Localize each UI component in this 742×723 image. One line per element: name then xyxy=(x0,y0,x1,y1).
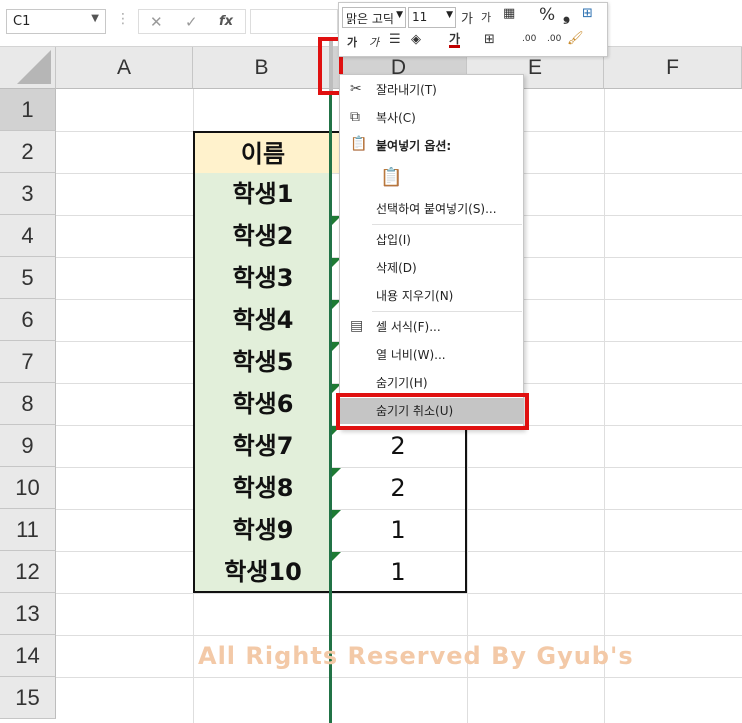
name-box[interactable]: C1 ▼ xyxy=(6,9,106,34)
grid-line xyxy=(56,635,742,636)
align-center-icon[interactable]: ☰ xyxy=(389,32,401,47)
number-format-icon[interactable]: ▦ xyxy=(503,6,515,21)
cell-student[interactable]: 학생1 xyxy=(193,173,331,215)
row-header-8[interactable]: 8 xyxy=(0,383,56,425)
format-painter-icon[interactable]: 🖌 xyxy=(567,31,584,46)
menu-separator xyxy=(372,311,522,312)
cell-student[interactable]: 학생6 xyxy=(193,383,331,425)
percent-style-icon[interactable]: % xyxy=(539,5,555,25)
row-header-10[interactable]: 10 xyxy=(0,467,56,509)
cell-student[interactable]: 학생10 xyxy=(193,551,331,593)
cell-student[interactable]: 학생5 xyxy=(193,341,331,383)
row-header-5[interactable]: 5 xyxy=(0,257,56,299)
cell-student[interactable]: 학생2 xyxy=(193,215,331,257)
wrap-merge-icon[interactable]: ⊞ xyxy=(582,6,593,21)
bold-icon[interactable]: 가 xyxy=(347,34,357,50)
row-header-9[interactable]: 9 xyxy=(0,425,56,467)
chevron-down-icon[interactable]: ▼ xyxy=(91,13,99,24)
name-box-value: C1 xyxy=(13,14,31,29)
clipboard-icon[interactable]: 📋 xyxy=(380,167,402,188)
shrink-font-icon[interactable]: 가 xyxy=(481,9,491,25)
error-indicator-icon[interactable] xyxy=(332,468,341,477)
chevron-down-icon: ▼ xyxy=(446,10,453,20)
menu-item-format-cells[interactable]: 셀 서식(F)... xyxy=(340,314,523,340)
cell-d[interactable]: 1 xyxy=(331,509,467,551)
menu-item-delete[interactable]: 삭제(D) xyxy=(340,255,523,281)
row-header-2[interactable]: 2 xyxy=(0,131,56,173)
formula-input[interactable] xyxy=(250,9,338,34)
formula-buttons: ✕ ✓ fx xyxy=(138,9,246,34)
watermark-text: All Rights Reserved By Gyub's xyxy=(198,642,634,670)
cell-d[interactable]: 2 xyxy=(331,425,467,467)
cell-b2-header[interactable]: 이름 xyxy=(193,131,331,173)
decrease-decimal-icon[interactable]: .00 xyxy=(547,34,561,44)
enter-icon[interactable]: ✓ xyxy=(185,13,198,31)
grid-line xyxy=(604,89,605,723)
font-size-value: 11 xyxy=(412,10,428,24)
chevron-down-icon: ▼ xyxy=(396,10,403,20)
row-header-7[interactable]: 7 xyxy=(0,341,56,383)
row-header-11[interactable]: 11 xyxy=(0,509,56,551)
increase-decimal-icon[interactable]: .00 xyxy=(522,34,536,44)
comma-style-icon[interactable]: ❟ xyxy=(563,4,570,25)
cell-d[interactable]: 1 xyxy=(331,551,467,593)
row-header-15[interactable]: 15 xyxy=(0,677,56,719)
row-header-3[interactable]: 3 xyxy=(0,173,56,215)
menu-item-copy[interactable]: 복사(C) xyxy=(340,105,523,131)
error-indicator-icon[interactable] xyxy=(332,510,341,519)
column-header-a[interactable]: A xyxy=(56,47,193,89)
menu-item-column-width[interactable]: 열 너비(W)... xyxy=(340,342,523,368)
cell-d[interactable]: 2 xyxy=(331,467,467,509)
grow-font-icon[interactable]: 가 xyxy=(461,8,473,27)
error-indicator-icon[interactable] xyxy=(332,552,341,561)
highlight-box-unhide xyxy=(336,393,529,430)
menu-item-clear-contents[interactable]: 내용 지우기(N) xyxy=(340,283,523,309)
row-header-14[interactable]: 14 xyxy=(0,635,56,677)
menu-item-insert[interactable]: 삽입(I) xyxy=(340,227,523,253)
column-header-b[interactable]: B xyxy=(193,47,331,89)
insert-function-icon[interactable]: fx xyxy=(219,14,233,29)
context-menu: ✂ 잘라내기(T) ⧉ 복사(C) 📋 붙여넣기 옵션: 📋 선택하여 붙여넣기… xyxy=(339,74,524,430)
menu-item-paste-options: 붙여넣기 옵션: xyxy=(376,139,452,153)
row-header-4[interactable]: 4 xyxy=(0,215,56,257)
fill-color-icon[interactable]: ◈ xyxy=(411,32,421,47)
grid-line xyxy=(56,593,742,594)
cell-student[interactable]: 학생3 xyxy=(193,257,331,299)
cell-student[interactable]: 학생8 xyxy=(193,467,331,509)
cancel-icon[interactable]: ✕ xyxy=(150,13,163,31)
column-header-f[interactable]: F xyxy=(604,47,742,89)
font-color-icon[interactable]: 가 xyxy=(449,33,461,48)
cell-student[interactable]: 학생9 xyxy=(193,509,331,551)
italic-icon[interactable]: 가 xyxy=(369,34,379,50)
cell-student[interactable]: 학생7 xyxy=(193,425,331,467)
row-header-12[interactable]: 12 xyxy=(0,551,56,593)
cell-student[interactable]: 학생4 xyxy=(193,299,331,341)
menu-item-paste-special[interactable]: 선택하여 붙여넣기(S)... xyxy=(340,196,523,222)
row-header-1[interactable]: 1 xyxy=(0,89,56,131)
select-all-triangle-icon xyxy=(17,50,51,84)
font-name-value: 맑은 고딕 xyxy=(346,12,394,26)
borders-icon[interactable]: ⊞ xyxy=(484,32,495,47)
font-size-select[interactable]: 11 ▼ xyxy=(408,7,456,28)
grid-line xyxy=(56,677,742,678)
select-all-button[interactable] xyxy=(0,47,56,89)
drag-handle-icon[interactable]: ⋮ xyxy=(116,11,130,27)
mini-toolbar: 맑은 고딕 ▼ 11 ▼ 가 가 ▦ % ❟ ⊞ 가 가 ☰ ◈ 가 ⊞ .00… xyxy=(338,2,608,57)
font-name-select[interactable]: 맑은 고딕 ▼ xyxy=(342,7,406,28)
menu-separator xyxy=(372,224,522,225)
menu-item-cut[interactable]: 잘라내기(T) xyxy=(340,77,523,103)
row-header-13[interactable]: 13 xyxy=(0,593,56,635)
hidden-column-divider[interactable] xyxy=(329,89,332,723)
row-header-6[interactable]: 6 xyxy=(0,299,56,341)
